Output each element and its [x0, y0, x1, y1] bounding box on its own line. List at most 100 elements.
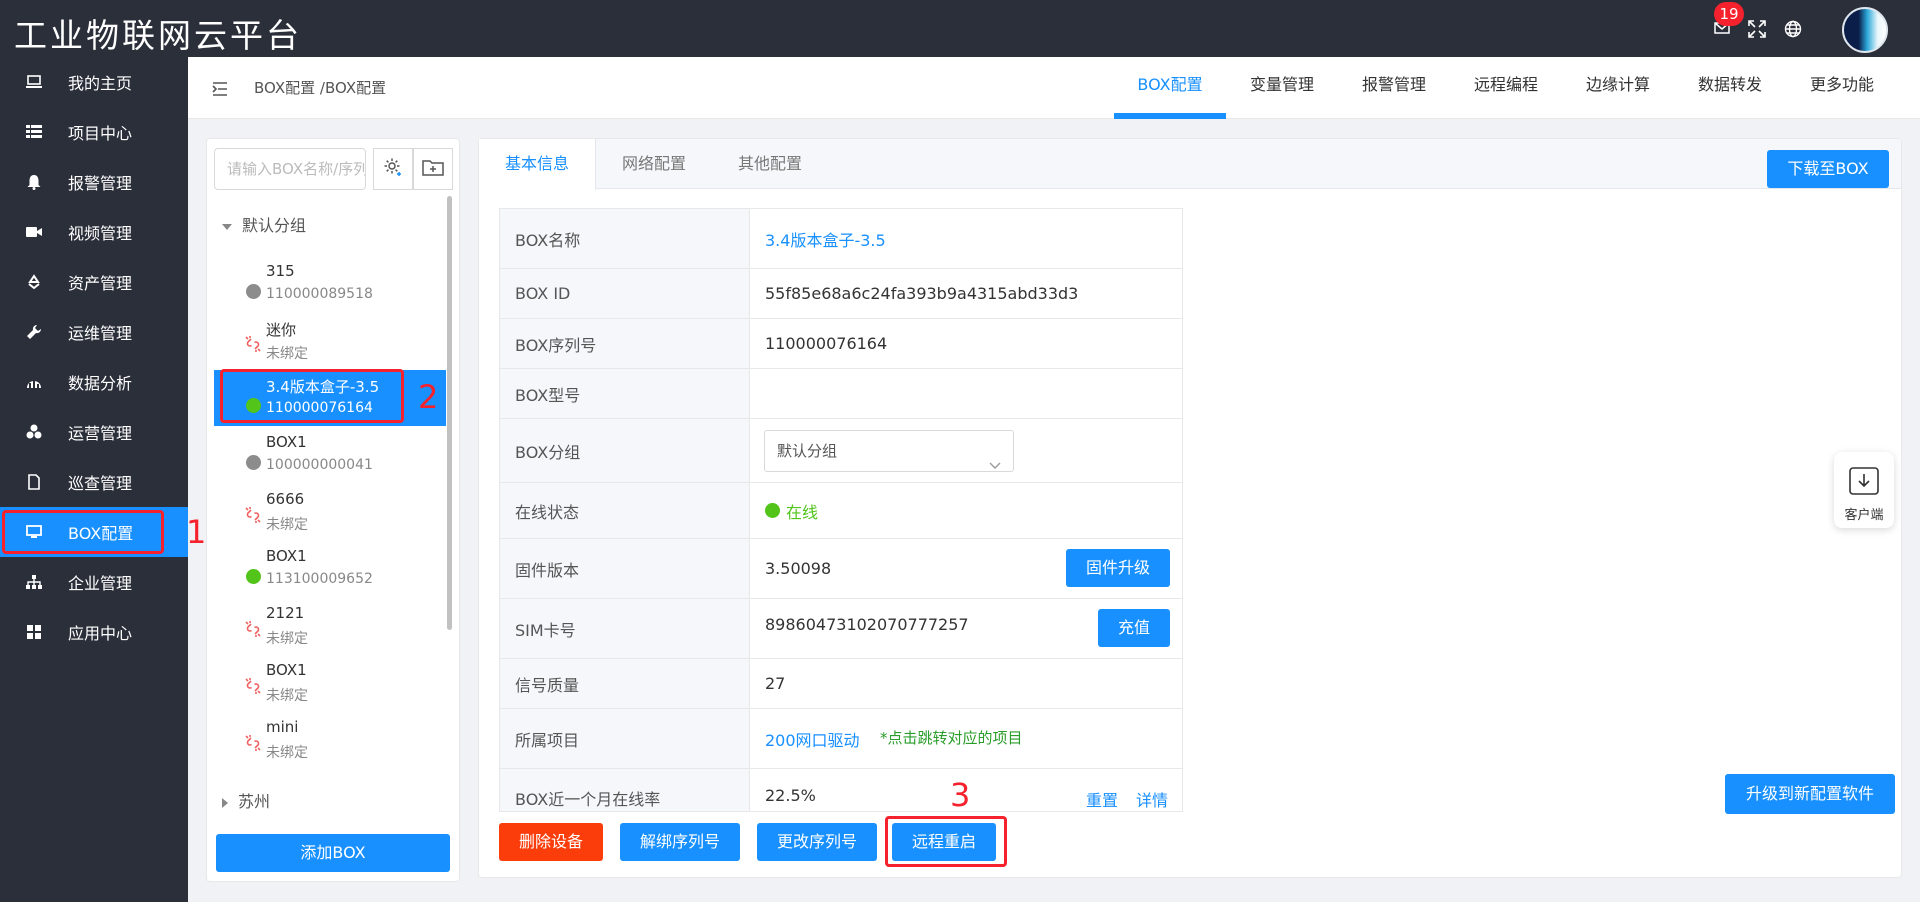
table-row: BOX名称 3.4版本盒子-3.5	[500, 209, 1182, 269]
unbind-serial-button[interactable]: 解绑序列号	[620, 823, 740, 861]
online-rate-value: 22.5%	[765, 786, 816, 805]
user-avatar[interactable]	[1842, 7, 1888, 53]
signal-value: 27	[765, 674, 786, 693]
field-label: 所属项目	[500, 709, 750, 768]
field-label: 在线状态	[500, 483, 750, 538]
table-row: 所属项目 200网口驱动 *点击跳转对应的项目	[500, 709, 1182, 769]
tree-node[interactable]: 315 110000089518	[214, 256, 446, 312]
tree-node[interactable]: mini 未绑定	[214, 712, 446, 768]
table-row: BOX序列号 110000076164	[500, 319, 1182, 369]
top-bar: 工业物联网云平台 19	[0, 0, 1920, 57]
table-row: 固件版本 3.50098 固件升级	[500, 539, 1182, 599]
tree-node[interactable]: BOX1 100000000041	[214, 427, 446, 483]
tab-more[interactable]: 更多功能	[1786, 57, 1898, 119]
sidebar-item-operations[interactable]: 运营管理	[0, 407, 188, 457]
upgrade-config-software-button[interactable]: 升级到新配置软件	[1725, 774, 1895, 814]
reset-link[interactable]: 重置	[1086, 787, 1118, 811]
node-name: 迷你	[266, 321, 297, 339]
box-name-value[interactable]: 3.4版本盒子-3.5	[765, 209, 886, 268]
tree-scrollbar[interactable]	[447, 196, 452, 630]
field-label: 信号质量	[500, 659, 750, 708]
tab-network-config[interactable]: 网络配置	[596, 139, 712, 189]
tree-node[interactable]: BOX1 未绑定	[214, 655, 446, 711]
field-label: BOX名称	[500, 209, 750, 268]
offline-status-icon	[246, 455, 261, 470]
tree-settings-button[interactable]	[373, 148, 413, 190]
online-status-value: 在线	[765, 483, 818, 538]
change-serial-button[interactable]: 更改序列号	[757, 823, 877, 861]
breadcrumb: BOX配置 /BOX配置	[254, 79, 387, 97]
tab-edge-computing[interactable]: 边缘计算	[1562, 57, 1674, 119]
sidebar-item-label: 应用中心	[68, 624, 133, 643]
node-serial: 未绑定	[266, 745, 308, 761]
monitor-icon	[24, 72, 44, 92]
node-name: 2121	[266, 604, 305, 622]
status-text: 在线	[786, 502, 819, 522]
chart-icon	[24, 372, 44, 392]
tab-alarms[interactable]: 报警管理	[1338, 57, 1450, 119]
globe-icon[interactable]	[1784, 20, 1804, 38]
sidebar-item-apps[interactable]: 应用中心	[0, 607, 188, 657]
tree-group-suzhou[interactable]: 苏州	[222, 788, 270, 812]
tree-node[interactable]: 6666 未绑定	[214, 484, 446, 540]
node-name: BOX1	[266, 661, 307, 679]
sidebar-item-maintenance[interactable]: 运维管理	[0, 307, 188, 357]
sidebar-item-label: 视频管理	[68, 224, 133, 243]
tab-remote-programming[interactable]: 远程编程	[1450, 57, 1562, 119]
fullscreen-icon[interactable]	[1748, 20, 1768, 38]
sidebar-item-label: 资产管理	[68, 274, 133, 293]
sidebar-item-projects[interactable]: 项目中心	[0, 107, 188, 157]
table-row: BOX型号	[500, 369, 1182, 419]
tree-node[interactable]: 2121 未绑定	[214, 598, 446, 654]
sidebar-item-enterprise[interactable]: 企业管理	[0, 557, 188, 607]
tree-node[interactable]: BOX1 113100009652	[214, 541, 446, 597]
sidebar-item-analysis[interactable]: 数据分析	[0, 357, 188, 407]
wrench-icon	[24, 322, 44, 342]
annotation-number-2: 2	[418, 378, 439, 416]
sidebar-item-label: 企业管理	[68, 574, 133, 593]
field-label: BOX ID	[500, 269, 750, 318]
client-download-widget[interactable]: 客户端	[1834, 452, 1894, 528]
broken-link-icon	[244, 335, 262, 353]
box-id-value: 55f85e68a6c24fa393b9a4315abd33d3	[765, 284, 1079, 303]
node-serial: 100000000041	[266, 457, 373, 473]
tab-data-forwarding[interactable]: 数据转发	[1674, 57, 1786, 119]
tab-box-config[interactable]: BOX配置	[1114, 57, 1226, 119]
sidebar-item-label: 报警管理	[68, 174, 133, 193]
add-box-button[interactable]: 添加BOX	[216, 834, 450, 872]
sidebar: 我的主页 项目中心 报警管理 视频管理 资产管理 运维管理 数据分析 运营管理 …	[0, 57, 188, 902]
delete-device-button[interactable]: 删除设备	[499, 823, 603, 861]
tree-group-default[interactable]: 默认分组	[222, 212, 306, 236]
field-label: SIM卡号	[500, 599, 750, 658]
table-row: SIM卡号 89860473102070777257 充值	[500, 599, 1182, 659]
firmware-upgrade-button[interactable]: 固件升级	[1066, 549, 1170, 587]
sidebar-item-assets[interactable]: 资产管理	[0, 257, 188, 307]
box-serial-value: 110000076164	[765, 334, 888, 353]
download-to-box-button[interactable]: 下载至BOX	[1767, 150, 1889, 188]
box-group-select[interactable]: 默认分组	[764, 430, 1014, 472]
sidebar-item-alarms[interactable]: 报警管理	[0, 157, 188, 207]
sidebar-item-home[interactable]: 我的主页	[0, 57, 188, 107]
app-title: 工业物联网云平台	[14, 16, 302, 55]
tree-node[interactable]: 迷你 未绑定	[214, 313, 446, 369]
recharge-button[interactable]: 充值	[1098, 609, 1170, 647]
detail-link[interactable]: 详情	[1136, 787, 1168, 811]
firmware-value: 3.50098	[765, 559, 832, 578]
broken-link-icon	[244, 620, 262, 638]
sidebar-item-video[interactable]: 视频管理	[0, 207, 188, 257]
sidebar-item-label: 数据分析	[68, 374, 133, 393]
video-icon	[24, 222, 44, 242]
tree-add-folder-button[interactable]	[413, 148, 453, 190]
box-search-input[interactable]: 请输入BOX名称/序列号	[214, 148, 366, 190]
tab-other-config[interactable]: 其他配置	[712, 139, 828, 189]
page-header: BOX配置 /BOX配置 BOX配置 变量管理 报警管理 远程编程 边缘计算 数…	[188, 57, 1920, 119]
project-link[interactable]: 200网口驱动	[765, 709, 860, 768]
tab-basic-info[interactable]: 基本信息	[479, 139, 596, 190]
menu-collapse-icon[interactable]	[212, 81, 228, 96]
sidebar-item-label: 运营管理	[68, 424, 133, 443]
tab-variables[interactable]: 变量管理	[1226, 57, 1338, 119]
sidebar-item-inspection[interactable]: 巡查管理	[0, 457, 188, 507]
node-serial: 未绑定	[266, 688, 308, 704]
notification-badge: 19	[1714, 2, 1744, 26]
table-row: BOX分组 默认分组	[500, 419, 1182, 483]
